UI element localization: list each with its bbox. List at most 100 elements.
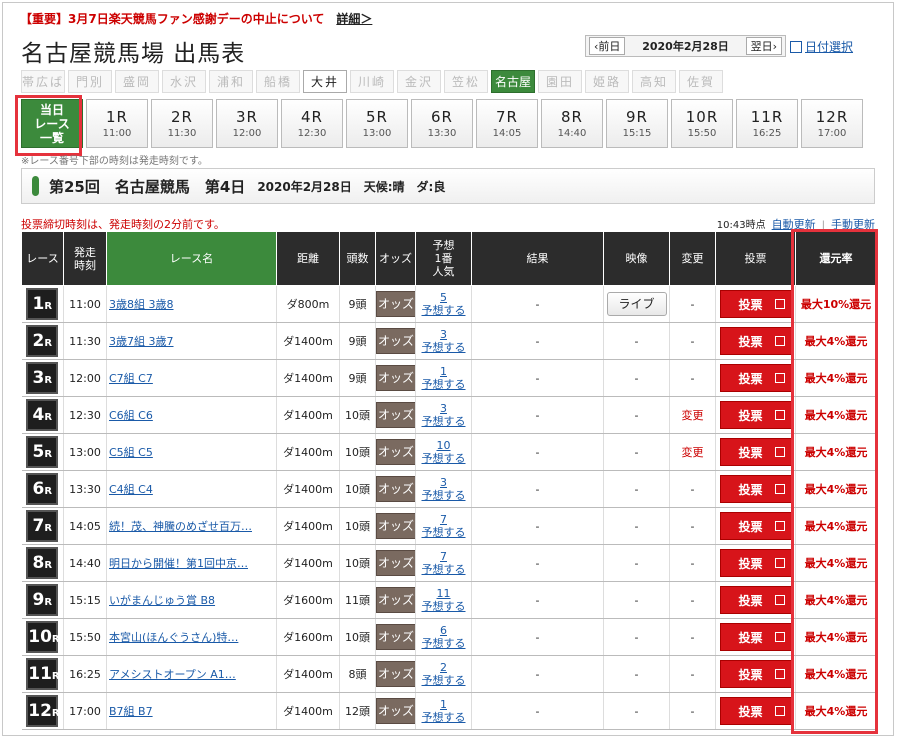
race-nav-7[interactable]: 7R 14:05 bbox=[476, 99, 538, 148]
video-cell: - bbox=[603, 507, 670, 545]
predict-label: 予想する bbox=[421, 526, 466, 539]
table-row: 5R 13:00 C5組 C5 ダ1400m 10頭 オッズ 10 予想する - - 変更 投票 最大4… bbox=[21, 433, 877, 471]
vote-button[interactable]: 投票 bbox=[719, 586, 792, 614]
predict-link[interactable]: 11 予想する bbox=[416, 587, 471, 613]
odds-button[interactable]: オッズ bbox=[376, 365, 415, 391]
date-select-link[interactable]: 日付選択 bbox=[790, 38, 853, 55]
race-name-link[interactable]: いがまんじゅう賞 B8 bbox=[109, 594, 215, 607]
odds-button[interactable]: オッズ bbox=[376, 698, 415, 724]
race-nav-3[interactable]: 3R 12:00 bbox=[216, 99, 278, 148]
race-number-badge[interactable]: 5R bbox=[26, 436, 59, 468]
race-number-badge[interactable]: 11R bbox=[26, 658, 60, 690]
race-nav-9[interactable]: 9R 15:15 bbox=[606, 99, 668, 148]
race-number-badge[interactable]: 1R bbox=[26, 288, 59, 320]
predict-link[interactable]: 7 予想する bbox=[416, 550, 471, 576]
race-name-link[interactable]: 3歳8組 3歳8 bbox=[109, 298, 174, 311]
race-name-link[interactable]: 3歳7組 3歳7 bbox=[109, 335, 174, 348]
race-number-badge[interactable]: 6R bbox=[26, 473, 59, 505]
vote-button[interactable]: 投票 bbox=[719, 401, 792, 429]
odds-button[interactable]: オッズ bbox=[376, 587, 415, 613]
odds-button[interactable]: オッズ bbox=[376, 328, 415, 354]
race-nav-10[interactable]: 10R 15:50 bbox=[671, 99, 733, 148]
race-nav-11[interactable]: 11R 16:25 bbox=[736, 99, 798, 148]
vote-button[interactable]: 投票 bbox=[719, 438, 792, 466]
predict-link[interactable]: 6 予想する bbox=[416, 624, 471, 650]
predict-link[interactable]: 3 予想する bbox=[416, 476, 471, 502]
vote-button[interactable]: 投票 bbox=[719, 512, 792, 540]
track-tab-nagoya[interactable]: 名古屋 bbox=[491, 70, 535, 93]
vote-button[interactable]: 投票 bbox=[719, 475, 792, 503]
odds-button[interactable]: オッズ bbox=[376, 476, 415, 502]
vote-cell: 投票 bbox=[715, 433, 796, 471]
race-number-badge[interactable]: 8R bbox=[26, 547, 59, 579]
vote-button[interactable]: 投票 bbox=[719, 623, 792, 651]
table-row: 10R 15:50 本宮山(ほんぐうさん)特… ダ1600m 10頭 オッズ 6 予想する - -… bbox=[21, 618, 877, 656]
distance: ダ1600m bbox=[276, 618, 340, 656]
header-favorite: 予想 1番 人気 bbox=[415, 231, 472, 286]
race-nav-2[interactable]: 2R 11:30 bbox=[151, 99, 213, 148]
vote-button[interactable]: 投票 bbox=[719, 327, 792, 355]
race-name-link[interactable]: B7組 B7 bbox=[109, 705, 153, 718]
race-name-link[interactable]: C4組 C4 bbox=[109, 483, 153, 496]
result: - bbox=[471, 581, 604, 619]
predict-link[interactable]: 3 予想する bbox=[416, 328, 471, 354]
race-nav-1[interactable]: 1R 11:00 bbox=[86, 99, 148, 148]
table-row: 6R 13:30 C4組 C4 ダ1400m 10頭 オッズ 3 予想する - - - 投票 最大4%還… bbox=[21, 470, 877, 508]
race-number-badge[interactable]: 9R bbox=[26, 584, 59, 616]
odds-button[interactable]: オッズ bbox=[376, 624, 415, 650]
race-nav-8[interactable]: 8R 14:40 bbox=[541, 99, 603, 148]
track-tab-monbetsu: 門別 bbox=[68, 70, 112, 93]
race-number-cell: 10R bbox=[21, 618, 64, 656]
vote-button[interactable]: 投票 bbox=[719, 660, 792, 688]
race-number-badge[interactable]: 7R bbox=[26, 510, 59, 542]
predict-link[interactable]: 1 予想する bbox=[416, 365, 471, 391]
race-name-link[interactable]: C7組 C7 bbox=[109, 372, 153, 385]
race-number-badge[interactable]: 10R bbox=[26, 621, 60, 653]
race-name-link[interactable]: C6組 C6 bbox=[109, 409, 153, 422]
odds-cell: オッズ bbox=[375, 396, 416, 434]
vote-button[interactable]: 投票 bbox=[719, 549, 792, 577]
race-name-link[interactable]: 本宮山(ほんぐうさん)特… bbox=[109, 631, 238, 644]
predict-link[interactable]: 7 予想する bbox=[416, 513, 471, 539]
odds-button[interactable]: オッズ bbox=[376, 439, 415, 465]
race-number-badge[interactable]: 4R bbox=[26, 399, 59, 431]
predict-link[interactable]: 2 予想する bbox=[416, 661, 471, 687]
race-name-link[interactable]: 続！茂、神騰のめざせ百万… bbox=[109, 520, 252, 533]
live-button[interactable]: ライブ bbox=[606, 292, 667, 316]
predict-link[interactable]: 10 予想する bbox=[416, 439, 471, 465]
notice-detail-link[interactable]: 詳細＞ bbox=[336, 12, 372, 26]
predict-link[interactable]: 3 予想する bbox=[416, 402, 471, 428]
important-notice: 【重要】3月7日楽天競馬ファン感謝デーの中止について 詳細＞ bbox=[20, 10, 372, 27]
vote-button[interactable]: 投票 bbox=[719, 364, 792, 392]
odds-button[interactable]: オッズ bbox=[376, 402, 415, 428]
favorite-number: 1 bbox=[440, 365, 447, 378]
distance: ダ1400m bbox=[276, 544, 340, 582]
track-tab-oi[interactable]: 大井 bbox=[303, 70, 347, 93]
odds-button[interactable]: オッズ bbox=[376, 513, 415, 539]
race-name-cell: B7組 B7 bbox=[106, 692, 277, 730]
predict-link[interactable]: 5 予想する bbox=[416, 291, 471, 317]
video-cell: ライブ bbox=[603, 285, 670, 323]
prev-day-button[interactable]: ‹ 前日 bbox=[589, 37, 626, 55]
race-nav-5[interactable]: 5R 13:00 bbox=[346, 99, 408, 148]
vote-button[interactable]: 投票 bbox=[719, 697, 792, 725]
odds-button[interactable]: オッズ bbox=[376, 661, 415, 687]
race-number-badge[interactable]: 12R bbox=[26, 695, 60, 727]
next-day-button[interactable]: 翌日 › bbox=[745, 37, 782, 55]
vote-button[interactable]: 投票 bbox=[719, 290, 792, 318]
race-name-link[interactable]: 明日から開催！第1回中京… bbox=[109, 557, 248, 570]
current-date: 2020年2月28日 bbox=[642, 40, 729, 53]
odds-button[interactable]: オッズ bbox=[376, 550, 415, 576]
odds-button[interactable]: オッズ bbox=[376, 291, 415, 317]
race-number-cell: 11R bbox=[21, 655, 64, 693]
video-value: - bbox=[634, 482, 639, 496]
race-number-badge[interactable]: 3R bbox=[26, 362, 59, 394]
race-nav-4[interactable]: 4R 12:30 bbox=[281, 99, 343, 148]
race-name-link[interactable]: C5組 C5 bbox=[109, 446, 153, 459]
race-nav-6[interactable]: 6R 13:30 bbox=[411, 99, 473, 148]
race-number-badge[interactable]: 2R bbox=[26, 325, 59, 357]
predict-link[interactable]: 1 予想する bbox=[416, 698, 471, 724]
race-nav-12[interactable]: 12R 17:00 bbox=[801, 99, 863, 148]
race-name-link[interactable]: アメシストオープン A1… bbox=[109, 668, 236, 681]
result: - bbox=[471, 692, 604, 730]
